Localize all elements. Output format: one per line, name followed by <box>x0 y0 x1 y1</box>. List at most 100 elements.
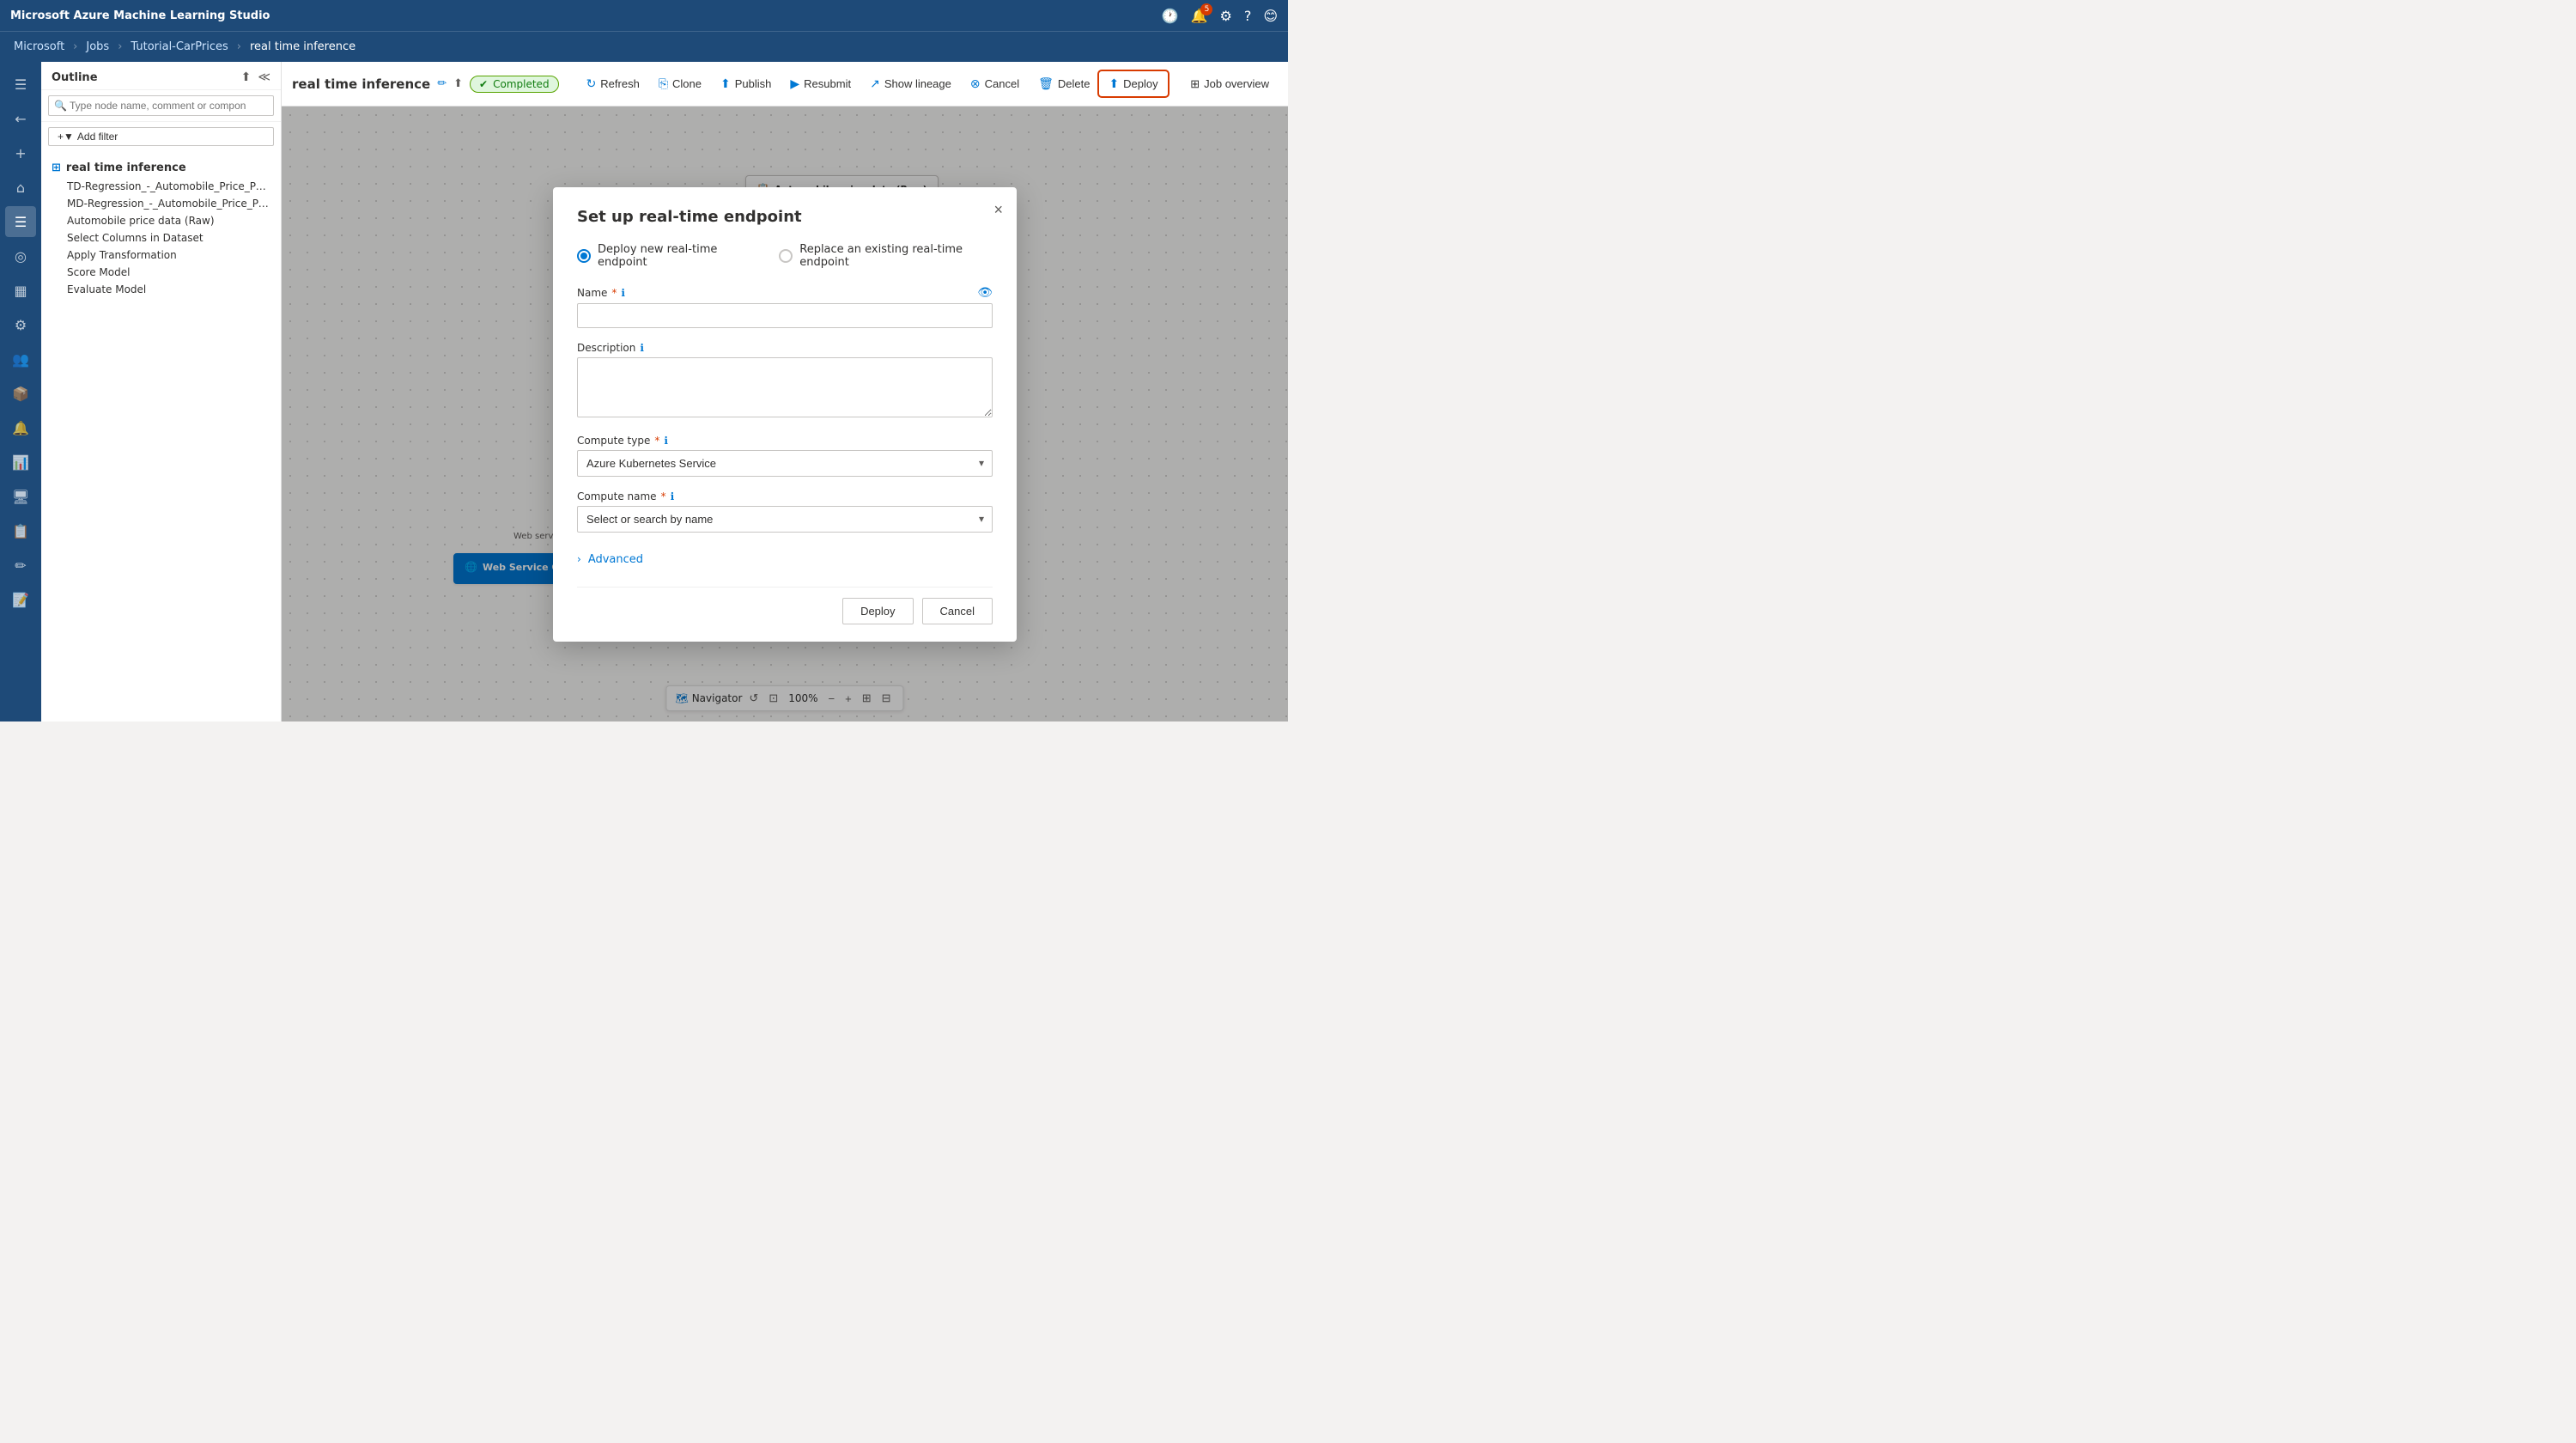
nav-microsoft[interactable]: Microsoft <box>14 40 64 53</box>
radio-new-label: Deploy new real-time endpoint <box>598 243 751 269</box>
show-lineage-button[interactable]: ↗ Show lineage <box>861 72 960 95</box>
compute-name-label-text: Compute name <box>577 490 657 502</box>
modal-overlay: Set up real-time endpoint × Deploy new r… <box>282 107 1288 722</box>
delete-button[interactable]: 🗑 Delete <box>1030 72 1098 95</box>
sidebar-icon-menu[interactable]: ☰ <box>5 69 36 100</box>
sidebar-icon-add[interactable]: + <box>5 137 36 168</box>
nav-tutorial[interactable]: Tutorial-CarPrices <box>131 40 228 53</box>
compute-name-required: * <box>661 490 666 502</box>
advanced-label: Advanced <box>588 553 643 566</box>
sidebar-icon-bell[interactable]: 🔔 <box>5 412 36 443</box>
compute-name-field: Compute name * ℹ Select or search by nam… <box>577 490 993 533</box>
clone-button[interactable]: ⎘ Clone <box>650 72 710 95</box>
sidebar-icon-grid[interactable]: ▦ <box>5 275 36 306</box>
sidebar-icon-people[interactable]: 👥 <box>5 344 36 374</box>
compute-type-select-wrap: Azure Kubernetes Service Azure Container… <box>577 450 993 477</box>
sidebar-icon-back[interactable]: ← <box>5 103 36 134</box>
add-filter-icon: +▼ <box>58 131 74 143</box>
modal-title: Set up real-time endpoint <box>577 208 993 226</box>
job-overview-button[interactable]: ⊞ Job overview <box>1182 73 1278 95</box>
radio-replace-circle <box>779 249 793 263</box>
modal-footer: Deploy Cancel <box>577 587 993 624</box>
resubmit-button[interactable]: ▶ Resubmit <box>781 72 860 95</box>
tree-item-3[interactable]: Select Columns in Dataset <box>48 229 274 247</box>
radio-replace-endpoint[interactable]: Replace an existing real-time endpoint <box>779 243 993 269</box>
modal-deploy-button[interactable]: Deploy <box>842 598 913 624</box>
compute-type-info-icon[interactable]: ℹ <box>664 435 668 447</box>
nav-jobs[interactable]: Jobs <box>86 40 109 53</box>
sidebar-icon-list[interactable]: ☰ <box>5 206 36 237</box>
outline-collapse-icon[interactable]: ≪ <box>258 70 270 84</box>
modal-close-button[interactable]: × <box>993 201 1003 219</box>
description-textarea[interactable] <box>577 357 993 417</box>
sidebar-icon-doc[interactable]: 📝 <box>5 584 36 615</box>
topbar: Microsoft Azure Machine Learning Studio … <box>0 0 1288 31</box>
publish-button[interactable]: ⬆ Publish <box>712 72 780 95</box>
name-eye-icon[interactable]: 👁 <box>977 286 993 300</box>
refresh-button[interactable]: ↻ Refresh <box>578 72 648 95</box>
tree-item-0[interactable]: TD-Regression_-_Automobile_Price_Predict… <box>48 178 274 195</box>
radio-new-endpoint[interactable]: Deploy new real-time endpoint <box>577 243 751 269</box>
cancel-icon: ⊗ <box>970 76 981 91</box>
canvas-area: real time inference ✏ ⬆ ✔ Completed ↻ Re… <box>282 62 1288 722</box>
sidebar-icon-pen[interactable]: ✏ <box>5 550 36 581</box>
tree-item-5[interactable]: Score Model <box>48 264 274 281</box>
pipeline-title-area: real time inference ✏ ⬆ ✔ Completed <box>292 76 559 93</box>
name-input[interactable] <box>577 303 993 328</box>
outline-title: Outline <box>52 71 98 84</box>
history-icon[interactable]: 🕐 <box>1162 8 1179 24</box>
sidebar-icon-home[interactable]: ⌂ <box>5 172 36 203</box>
name-label-text: Name <box>577 287 607 299</box>
outline-tree: ⊞ real time inference TD-Regression_-_Au… <box>41 151 281 722</box>
outline-panel: Outline ⬆ ≪ 🔍 +▼ Add filter ⊞ real time … <box>41 62 282 722</box>
sidebar-icon-circle[interactable]: ◎ <box>5 240 36 271</box>
compute-type-select[interactable]: Azure Kubernetes Service Azure Container… <box>577 450 993 477</box>
help-icon[interactable]: ? <box>1244 8 1252 24</box>
tree-item-1[interactable]: MD-Regression_-_Automobile_Price_Predic.… <box>48 195 274 212</box>
compute-type-label-text: Compute type <box>577 435 650 447</box>
sidebar-icon-settings[interactable]: ⚙ <box>5 309 36 340</box>
edit-icon[interactable]: ✏ <box>437 77 447 90</box>
status-check-icon: ✔ <box>479 78 488 90</box>
sidebar-icon-package[interactable]: 📦 <box>5 378 36 409</box>
name-info-icon[interactable]: ℹ <box>621 287 625 299</box>
tree-group-header[interactable]: ⊞ real time inference <box>48 158 274 178</box>
delete-icon: 🗑 <box>1038 76 1054 91</box>
job-overview-icon: ⊞ <box>1190 77 1200 91</box>
sidebar-icon-clipboard[interactable]: 📋 <box>5 515 36 546</box>
tree-group: ⊞ real time inference TD-Regression_-_Au… <box>41 155 281 301</box>
nav-sep-2: › <box>118 40 122 53</box>
tree-item-2[interactable]: Automobile price data (Raw) <box>48 212 274 229</box>
compute-name-info-icon[interactable]: ℹ <box>671 490 675 502</box>
modal-cancel-button[interactable]: Cancel <box>922 598 993 624</box>
sidebar-icon-computer[interactable]: 🖥 <box>5 481 36 512</box>
tree-item-4[interactable]: Apply Transformation <box>48 247 274 264</box>
outline-share-icon[interactable]: ⬆ <box>241 70 252 84</box>
tree-group-label: real time inference <box>66 161 186 174</box>
canvas-background[interactable]: 📋 Automobile price data (Raw) Data outpu… <box>282 107 1288 722</box>
main-layout: ☰ ← + ⌂ ☰ ◎ ▦ ⚙ 👥 📦 🔔 📊 🖥 📋 ✏ 📝 Outline … <box>0 62 1288 722</box>
clone-icon: ⎘ <box>659 76 668 91</box>
add-filter-button[interactable]: +▼ Add filter <box>48 127 274 146</box>
share-icon[interactable]: ⬆ <box>453 77 463 90</box>
description-label-row: Description ℹ <box>577 342 993 354</box>
sidebar-icon-chart[interactable]: 📊 <box>5 447 36 478</box>
refresh-icon: ↻ <box>586 76 597 91</box>
tree-item-6[interactable]: Evaluate Model <box>48 281 274 298</box>
notification-badge: 5 <box>1200 3 1212 15</box>
add-filter-label: Add filter <box>77 131 118 143</box>
topbar-right: 🕐 🔔 5 ⚙ ? 😊 <box>1162 8 1278 24</box>
account-icon[interactable]: 😊 <box>1263 8 1278 24</box>
search-input[interactable] <box>48 95 274 116</box>
advanced-row[interactable]: › Advanced <box>577 546 993 580</box>
cancel-button[interactable]: ⊗ Cancel <box>962 72 1028 95</box>
notifications-icon[interactable]: 🔔 5 <box>1191 8 1208 24</box>
compute-name-select[interactable]: Select or search by name <box>577 506 993 533</box>
radio-replace-label: Replace an existing real-time endpoint <box>799 243 993 269</box>
modal-dialog: Set up real-time endpoint × Deploy new r… <box>553 187 1017 642</box>
search-icon: 🔍 <box>54 100 67 112</box>
deploy-button[interactable]: ⬆ Deploy <box>1100 72 1166 95</box>
settings-icon[interactable]: ⚙ <box>1219 8 1231 24</box>
description-info-icon[interactable]: ℹ <box>640 342 644 354</box>
outline-search: 🔍 <box>41 90 281 122</box>
